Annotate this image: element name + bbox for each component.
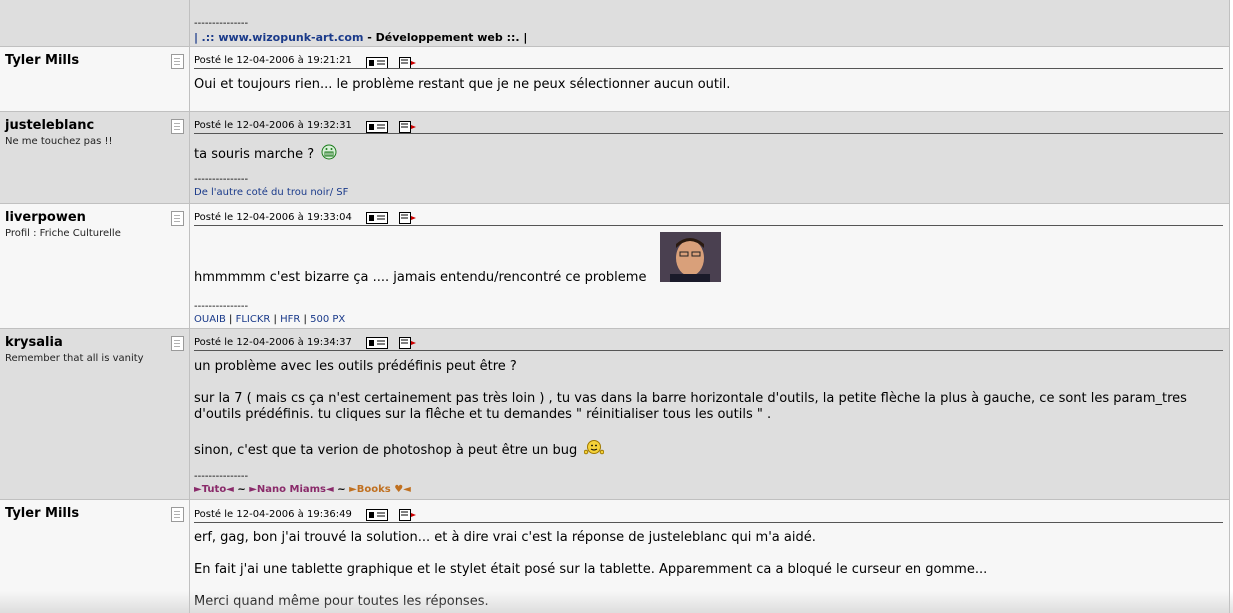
signature-links: OUAIB | FLICKR | HFR | 500 PX [194, 314, 345, 325]
post-text-span: sinon, c'est que ta verion de photoshop … [194, 443, 578, 458]
signature-link-500px[interactable]: 500 PX [310, 314, 345, 325]
forum-post: justeleblanc Ne me touchez pas !! Posté … [0, 112, 1229, 204]
meta-divider [194, 350, 1223, 351]
post-text-line: sur la 7 ( mais cs ça n'est certainement… [194, 391, 1187, 406]
post-text-line: sinon, c'est que ta verion de photoshop … [194, 440, 605, 460]
signature-separator: --------------- [194, 174, 249, 185]
profile-card-icon[interactable] [366, 54, 388, 69]
signature-links: ►Tuto◄ ~ ►Nano Miams◄ ~ ►Books ♥◄ [194, 484, 411, 495]
author-column: justeleblanc Ne me touchez pas !! [0, 112, 190, 203]
author-column: Tyler Mills [0, 47, 190, 111]
post-actions [366, 54, 427, 73]
forum-thread: --------------- | .:: www.wizopunk-art.c… [0, 0, 1230, 613]
post-content: --------------- | .:: www.wizopunk-art.c… [194, 0, 1229, 46]
post-actions [366, 118, 427, 137]
author-subtitle: Remember that all is vanity [5, 353, 144, 364]
meta-divider [194, 133, 1223, 134]
author-column: Tyler Mills [0, 500, 190, 613]
profile-card-icon[interactable] [366, 506, 388, 521]
forum-post: Tyler Mills Posté le 12-04-2006 à 19:21:… [0, 47, 1229, 112]
author-name[interactable]: liverpowen [5, 210, 86, 225]
face-photo-image [660, 232, 721, 282]
post-text-line: En fait j'ai une tablette graphique et l… [194, 562, 988, 577]
quote-message-icon[interactable] [399, 54, 421, 69]
author-subtitle: Ne me touchez pas !! [5, 136, 113, 147]
signature-link-hfr[interactable]: HFR [280, 314, 300, 325]
signature-link-tuto[interactable]: ►Tuto◄ [194, 484, 234, 495]
post-content: Posté le 12-04-2006 à 19:34:37 un problè… [194, 329, 1229, 499]
author-name[interactable]: krysalia [5, 335, 63, 350]
post-text: ta souris marche ? [194, 144, 337, 164]
signature-text: - Développement web ::. | [363, 31, 528, 44]
forum-post: krysalia Remember that all is vanity Pos… [0, 329, 1229, 500]
signature-link-nano-miams[interactable]: ►Nano Miams◄ [249, 484, 333, 495]
post-meta: Posté le 12-04-2006 à 19:33:04 [194, 212, 352, 223]
signature-link-books[interactable]: ►Books ♥◄ [349, 484, 411, 495]
post-content: Posté le 12-04-2006 à 19:32:31 ta souris… [194, 112, 1229, 203]
profile-doc-icon[interactable] [171, 336, 184, 351]
quote-message-icon[interactable] [399, 334, 421, 349]
signature-link-wizopunk[interactable]: .:: www.wizopunk-art.com [202, 31, 364, 44]
grin-smiley-icon [321, 144, 337, 164]
profile-card-icon[interactable] [366, 334, 388, 349]
post-content: Posté le 12-04-2006 à 19:21:21 Oui et to… [194, 47, 1229, 111]
post-meta: Posté le 12-04-2006 à 19:21:21 [194, 55, 352, 66]
post-meta: Posté le 12-04-2006 à 19:34:37 [194, 337, 352, 348]
post-text: hmmmmm c'est bizarre ça .... jamais ente… [194, 270, 647, 285]
meta-divider [194, 522, 1223, 523]
post-content: Posté le 12-04-2006 à 19:33:04 hmmmmm c'… [194, 204, 1229, 328]
author-name[interactable]: Tyler Mills [5, 53, 79, 68]
signature: | .:: www.wizopunk-art.com - Développeme… [194, 31, 527, 44]
post-text-line: d'outils prédéfinis. tu cliques sur la f… [194, 407, 772, 422]
truncated-text [194, 0, 198, 5]
profile-card-icon[interactable] [366, 118, 388, 133]
forum-post: liverpowen Profil : Friche Culturelle Po… [0, 204, 1229, 329]
author-subtitle: Profil : Friche Culturelle [5, 228, 121, 239]
signature-link-flickr[interactable]: FLICKR [236, 314, 271, 325]
wave-smiley-icon [584, 440, 605, 460]
quote-message-icon[interactable] [399, 209, 421, 224]
signature: De l'autre coté du trou noir/ SF [194, 187, 349, 198]
post-text-line: un problème avec les outils prédéfinis p… [194, 359, 517, 374]
post-meta: Posté le 12-04-2006 à 19:36:49 [194, 509, 352, 520]
post-text-line: erf, gag, bon j'ai trouvé la solution...… [194, 530, 816, 545]
profile-doc-icon[interactable] [171, 211, 184, 226]
post-text-line: ta souris marche ? [194, 147, 315, 162]
signature-separator: --------------- [194, 301, 249, 312]
post-text-line: Merci quand même pour toutes les réponse… [194, 594, 489, 609]
tilde-separator: ~ [237, 484, 246, 495]
quote-message-icon[interactable] [399, 506, 421, 521]
author-name[interactable]: Tyler Mills [5, 506, 79, 521]
signature-link-ouaib[interactable]: OUAIB [194, 314, 226, 325]
profile-doc-icon[interactable] [171, 54, 184, 69]
link-separator: | [273, 314, 277, 325]
author-name[interactable]: justeleblanc [5, 118, 94, 133]
post-content: Posté le 12-04-2006 à 19:36:49 erf, gag,… [194, 500, 1229, 613]
meta-divider [194, 68, 1223, 69]
author-column: krysalia Remember that all is vanity [0, 329, 190, 499]
previous-post-fragment: --------------- | .:: www.wizopunk-art.c… [0, 0, 1229, 47]
profile-card-icon[interactable] [366, 209, 388, 224]
link-separator: | [303, 314, 307, 325]
profile-doc-icon[interactable] [171, 119, 184, 134]
link-separator: | [229, 314, 233, 325]
quote-message-icon[interactable] [399, 118, 421, 133]
author-column [0, 0, 190, 46]
forum-post: Tyler Mills Posté le 12-04-2006 à 19:36:… [0, 500, 1229, 613]
post-text: Oui et toujours rien... le problème rest… [194, 77, 731, 92]
post-meta: Posté le 12-04-2006 à 19:32:31 [194, 120, 352, 131]
meta-divider [194, 225, 1223, 226]
signature-separator: --------------- [194, 471, 249, 482]
author-column: liverpowen Profil : Friche Culturelle [0, 204, 190, 328]
profile-doc-icon[interactable] [171, 507, 184, 522]
sig-pipe: | [194, 31, 199, 44]
tilde-separator: ~ [337, 484, 346, 495]
signature-separator: --------------- [194, 18, 249, 29]
